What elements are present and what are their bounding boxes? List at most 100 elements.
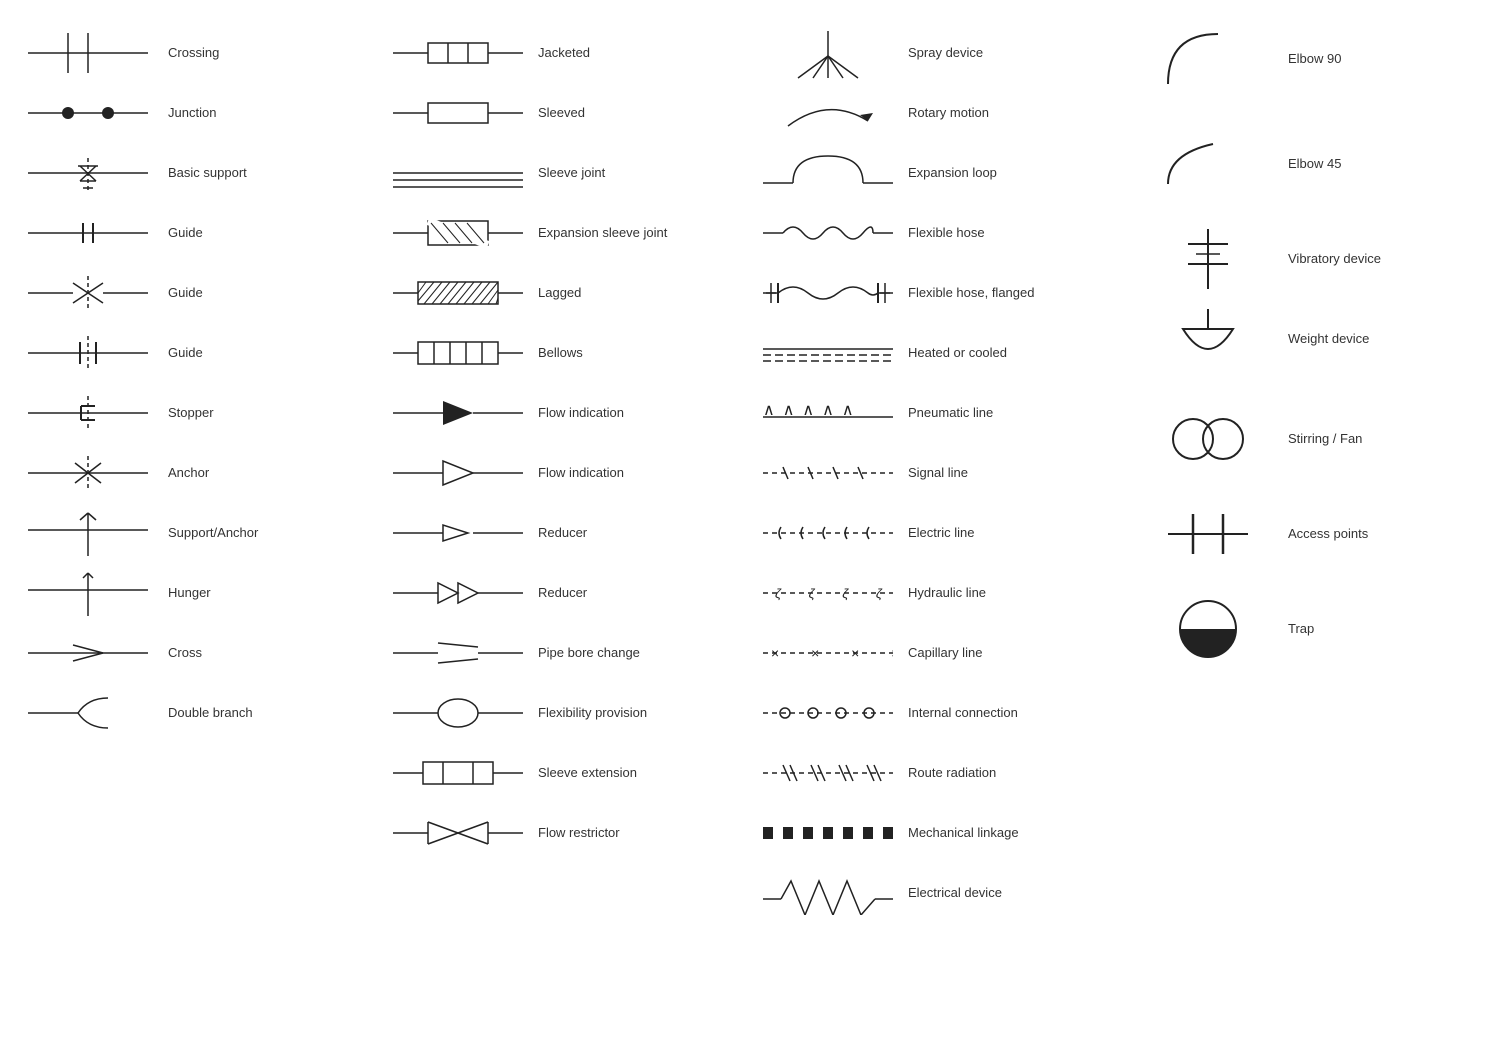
list-item: Basic support xyxy=(18,144,372,202)
cross-symbol xyxy=(18,633,158,673)
rotary-motion-symbol xyxy=(758,91,898,136)
list-item: Reducer xyxy=(388,504,742,562)
weight-device-label: Weight device xyxy=(1278,331,1500,348)
list-item: ∧∧∧∧∧ Pneumatic line xyxy=(758,384,1122,442)
cross-label: Cross xyxy=(158,645,372,662)
lagged-label: Lagged xyxy=(528,285,742,302)
vibratory-device-label: Vibratory device xyxy=(1278,251,1500,268)
capillary-line-symbol: × × × × xyxy=(758,633,898,673)
reducer1-symbol xyxy=(388,513,528,553)
list-item: Spray device xyxy=(758,24,1122,82)
rotary-motion-label: Rotary motion xyxy=(898,105,1122,122)
sleeve-joint-symbol xyxy=(388,153,528,193)
capillary-line-label: Capillary line xyxy=(898,645,1122,662)
jacketed-symbol xyxy=(388,33,528,73)
column-1: Crossing Junction xyxy=(10,20,380,928)
list-item: Crossing xyxy=(18,24,372,82)
reducer1-label: Reducer xyxy=(528,525,742,542)
list-item: Double branch xyxy=(18,684,372,742)
weight-device-symbol xyxy=(1138,304,1278,374)
support-anchor-symbol xyxy=(18,508,158,558)
flexibility-provision-symbol xyxy=(388,688,528,738)
pneumatic-line-label: Pneumatic line xyxy=(898,405,1122,422)
list-item: Rotary motion xyxy=(758,84,1122,142)
anchor-label: Anchor xyxy=(158,465,372,482)
flow-indication2-label: Flow indication xyxy=(528,465,742,482)
stopper-label: Stopper xyxy=(158,405,372,422)
list-item: Flexible hose xyxy=(758,204,1122,262)
list-item: Junction xyxy=(18,84,372,142)
flow-indication1-label: Flow indication xyxy=(528,405,742,422)
electrical-device-label: Electrical device xyxy=(898,885,1122,902)
list-item: Trap xyxy=(1138,594,1500,664)
guide1-label: Guide xyxy=(158,225,372,242)
route-radiation-symbol xyxy=(758,753,898,793)
column-3: Spray device Rotary motion xyxy=(750,20,1130,928)
expansion-loop-symbol xyxy=(758,148,898,198)
flexible-hose-flanged-label: Flexible hose, flanged xyxy=(898,285,1122,302)
list-item: Guide xyxy=(18,324,372,382)
list-item: Sleeved xyxy=(388,84,742,142)
support-anchor-label: Support/Anchor xyxy=(158,525,372,542)
sleeve-extension-symbol xyxy=(388,748,528,798)
elbow-45-label: Elbow 45 xyxy=(1278,156,1500,173)
list-item: Expansion loop xyxy=(758,144,1122,202)
junction-symbol xyxy=(18,93,158,133)
list-item: Elbow 45 xyxy=(1138,134,1500,194)
internal-connection-label: Internal connection xyxy=(898,705,1122,722)
column-2: Jacketed Sleeved xyxy=(380,20,750,928)
list-item: Internal connection xyxy=(758,684,1122,742)
list-item: Signal line xyxy=(758,444,1122,502)
symbol-grid: Crossing Junction xyxy=(10,20,1490,928)
lagged-symbol xyxy=(388,271,528,315)
spray-device-label: Spray device xyxy=(898,45,1122,62)
access-points-label: Access points xyxy=(1278,526,1500,543)
list-item: Expansion sleeve joint xyxy=(388,204,742,262)
elbow-45-symbol xyxy=(1138,134,1278,194)
anchor-symbol xyxy=(18,448,158,498)
list-item: Hunger xyxy=(18,564,372,622)
flow-restrictor-label: Flow restrictor xyxy=(528,825,742,842)
list-item: Cross xyxy=(18,624,372,682)
double-branch-symbol xyxy=(18,688,158,738)
list-item: Flow indication xyxy=(388,384,742,442)
stirring-fan-label: Stirring / Fan xyxy=(1278,431,1500,448)
expansion-sleeve-joint-symbol xyxy=(388,208,528,258)
heated-cooled-symbol xyxy=(758,333,898,373)
trap-symbol xyxy=(1138,594,1278,664)
electrical-device-symbol xyxy=(758,871,898,915)
expansion-sleeve-joint-label: Expansion sleeve joint xyxy=(528,225,742,242)
elbow-90-symbol xyxy=(1138,24,1278,94)
spray-device-symbol xyxy=(758,26,898,81)
crossing-label: Crossing xyxy=(158,45,372,62)
list-item: Pipe bore change xyxy=(388,624,742,682)
list-item: Reducer xyxy=(388,564,742,622)
signal-line-symbol xyxy=(758,453,898,493)
flexible-hose-label: Flexible hose xyxy=(898,225,1122,242)
sleeve-extension-label: Sleeve extension xyxy=(528,765,742,782)
jacketed-label: Jacketed xyxy=(528,45,742,62)
svg-text:ζ ζ ζ ζ: ζ ζ ζ ζ xyxy=(775,586,893,601)
sleeved-symbol xyxy=(388,93,528,133)
flexible-hose-flanged-symbol xyxy=(758,271,898,315)
list-item: Weight device xyxy=(1138,304,1500,374)
pipe-bore-change-label: Pipe bore change xyxy=(528,645,742,662)
sleeved-label: Sleeved xyxy=(528,105,742,122)
list-item: Access points xyxy=(1138,504,1500,564)
list-item: Anchor xyxy=(18,444,372,502)
guide2-symbol xyxy=(18,268,158,318)
junction-label: Junction xyxy=(158,105,372,122)
guide3-symbol xyxy=(18,328,158,378)
list-item: Lagged xyxy=(388,264,742,322)
list-item: Mechanical linkage xyxy=(758,804,1122,862)
list-item: Support/Anchor xyxy=(18,504,372,562)
double-branch-label: Double branch xyxy=(158,705,372,722)
basic-support-label: Basic support xyxy=(158,165,372,182)
list-item: × × × × Capillary line xyxy=(758,624,1122,682)
reducer2-symbol xyxy=(388,573,528,613)
electric-line-symbol xyxy=(758,513,898,553)
guide3-label: Guide xyxy=(158,345,372,362)
list-item: Electrical device xyxy=(758,864,1122,922)
flexible-hose-symbol xyxy=(758,213,898,253)
stirring-fan-symbol xyxy=(1138,404,1278,474)
